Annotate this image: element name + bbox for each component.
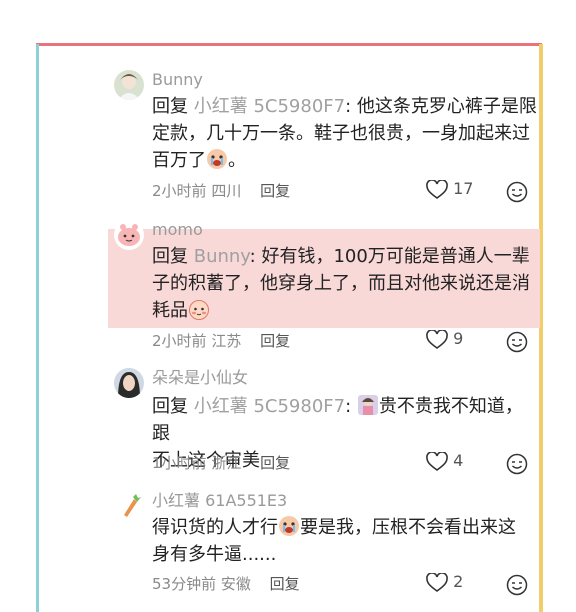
like-count: 2: [453, 572, 464, 591]
comment-location: 四川: [211, 182, 242, 200]
like-count: 17: [453, 179, 474, 198]
avatar[interactable]: [114, 220, 144, 250]
like-count: 9: [453, 329, 464, 348]
comment-time: 53分钟前: [152, 575, 217, 593]
username[interactable]: 朵朵是小仙女: [152, 367, 248, 389]
frame-right-border: [539, 44, 543, 612]
avatar[interactable]: [114, 491, 144, 521]
username[interactable]: momo: [152, 219, 203, 241]
crying-face-emoji-icon: [278, 515, 300, 537]
reply-target[interactable]: 小红薯 5C5980F7: [194, 396, 345, 417]
like-button[interactable]: 17: [426, 178, 473, 200]
comment-time: 2小时前: [152, 332, 207, 350]
reply-button[interactable]: 回复: [260, 182, 290, 200]
username[interactable]: Bunny: [152, 69, 203, 91]
reply-button[interactable]: 回复: [270, 575, 300, 593]
avatar[interactable]: [114, 70, 144, 100]
frame-left-border: [36, 44, 39, 612]
comment-meta: 2小时前 江苏 回复: [152, 331, 290, 351]
comment-meta: 53分钟前 安徽 回复: [152, 574, 300, 594]
heart-icon[interactable]: [426, 571, 448, 592]
reply-button[interactable]: 回复: [260, 332, 290, 350]
frame-top-border: [36, 43, 542, 46]
comment-text: 回复 Bunny: 好有钱，100万可能是普通人一辈 子的积蓄了，他穿身上了，而…: [152, 246, 530, 321]
reply-word: 回复: [152, 396, 188, 417]
comment-time: 2小时前: [152, 182, 207, 200]
reply-target[interactable]: 小红薯 5C5980F7: [194, 96, 345, 117]
comment-location: 安徽: [220, 575, 251, 593]
emoji-reaction-icon[interactable]: [506, 181, 528, 203]
comment-meta: 2小时前 四川 回复: [152, 181, 290, 201]
heart-icon[interactable]: [426, 178, 448, 199]
comment-meta: 1小时前 浙江 回复: [152, 453, 290, 473]
comment-text: 回复 小红薯 5C5980F7: 他这条克罗心裤子是限 定款，几十万一条。鞋子也…: [152, 96, 537, 171]
shrug-person-emoji-icon: [357, 394, 379, 416]
like-button[interactable]: 4: [426, 450, 463, 472]
heart-icon[interactable]: [426, 450, 448, 471]
reply-word: 回复: [152, 246, 188, 267]
emoji-reaction-icon[interactable]: [506, 453, 528, 475]
comment-time: 1小时前: [152, 454, 207, 472]
emoji-reaction-icon[interactable]: [506, 574, 528, 596]
like-count: 4: [453, 451, 464, 470]
crying-face-emoji-icon: [206, 148, 228, 170]
comment-text: 得识货的人才行 要是我，压根不会看出来这 身有多牛逼......: [152, 515, 516, 565]
avatar[interactable]: [114, 368, 144, 398]
reply-word: 回复: [152, 96, 188, 117]
username[interactable]: 小红薯 61A551E3: [152, 490, 287, 512]
like-button[interactable]: 2: [426, 571, 463, 593]
comment-location: 江苏: [211, 332, 242, 350]
comment-location: 浙江: [211, 454, 242, 472]
reply-button[interactable]: 回复: [260, 454, 290, 472]
like-button[interactable]: 9: [426, 328, 463, 350]
emoji-reaction-icon[interactable]: [506, 331, 528, 353]
blushing-face-emoji-icon: [188, 298, 210, 320]
heart-icon[interactable]: [426, 328, 448, 349]
reply-target[interactable]: Bunny: [194, 246, 250, 267]
